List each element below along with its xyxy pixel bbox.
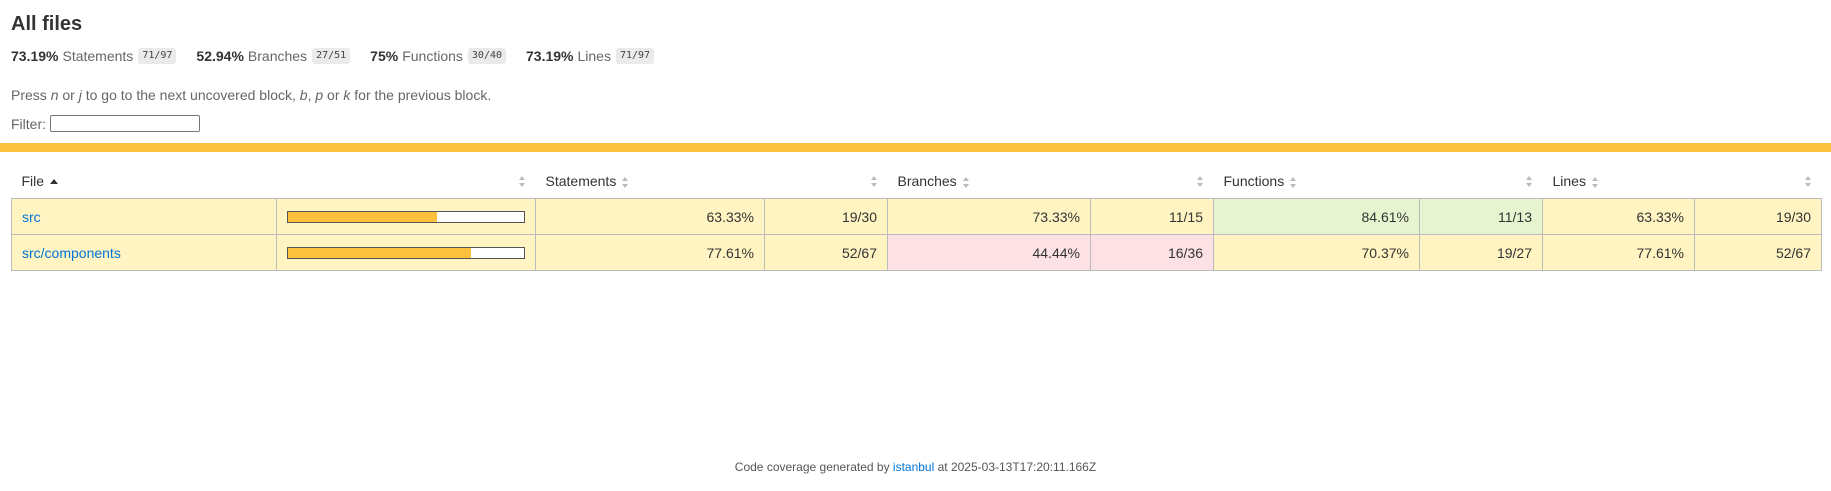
header-branches[interactable]: Branches xyxy=(888,164,1091,199)
coverage-bar xyxy=(287,210,525,223)
summary-fraction: 71/97 xyxy=(138,48,177,64)
sort-icon xyxy=(1290,176,1297,188)
header-lines[interactable]: Lines xyxy=(1543,164,1695,199)
coverage-bar-cell xyxy=(276,234,536,271)
summary-percentage: 73.19% xyxy=(526,48,574,64)
file-cell: src/components xyxy=(11,234,277,271)
coverage-status-bar xyxy=(0,143,1831,152)
branches-fraction: 11/15 xyxy=(1090,198,1214,235)
sort-icon xyxy=(1591,176,1599,188)
sort-icon xyxy=(962,176,970,188)
summary-lines: 73.19% Lines 71/97 xyxy=(526,47,655,65)
coverage-bar-fill xyxy=(288,247,472,258)
summary-label: Lines xyxy=(577,48,611,64)
lines-fraction: 52/67 xyxy=(1694,234,1822,271)
filter-input[interactable] xyxy=(50,115,200,132)
header-functions-raw[interactable] xyxy=(1420,164,1543,199)
coverage-bar-fill xyxy=(288,211,438,222)
branches-pct: 73.33% xyxy=(887,198,1091,235)
header-statements[interactable]: Statements xyxy=(536,164,765,199)
file-link[interactable]: src/components xyxy=(22,245,121,261)
functions-fraction: 11/13 xyxy=(1419,198,1543,235)
coverage-bar-cell xyxy=(276,198,536,235)
footer: Code coverage generated by istanbul at 2… xyxy=(734,460,1097,474)
sort-icon xyxy=(1196,176,1204,187)
summary-functions: 75% Functions 30/40 xyxy=(370,47,507,65)
filter-label: Filter: xyxy=(11,115,46,132)
functions-pct: 84.61% xyxy=(1213,198,1420,235)
summary-label: Statements xyxy=(62,48,134,64)
header-branches-raw[interactable] xyxy=(1091,164,1214,199)
lines-pct: 77.61% xyxy=(1542,234,1695,271)
header-statements-raw[interactable] xyxy=(765,164,888,199)
summary-label: Functions xyxy=(402,48,463,64)
statements-pct: 77.61% xyxy=(535,234,765,271)
table-header-row: File Statements Branches Functions Lines xyxy=(12,164,1822,199)
file-cell: src xyxy=(11,198,277,235)
coverage-summary: 73.19% Statements 71/97 52.94% Branches … xyxy=(11,47,1820,65)
summary-percentage: 52.94% xyxy=(196,48,244,64)
summary-fraction: 27/51 xyxy=(312,48,351,64)
lines-fraction: 19/30 xyxy=(1694,198,1822,235)
lines-pct: 63.33% xyxy=(1542,198,1695,235)
functions-fraction: 19/27 xyxy=(1419,234,1543,271)
sort-icon xyxy=(1804,176,1812,187)
istanbul-link[interactable]: istanbul xyxy=(893,460,934,474)
table-row: src/components 77.61% 52/67 44.44% 16/36… xyxy=(11,234,1822,271)
sort-icon xyxy=(870,176,878,187)
summary-label: Branches xyxy=(247,48,308,64)
sort-ascending-icon xyxy=(50,178,59,184)
summary-fraction: 30/40 xyxy=(467,48,507,64)
summary-fraction: 71/97 xyxy=(615,48,655,64)
header-functions[interactable]: Functions xyxy=(1214,164,1420,199)
statements-pct: 63.33% xyxy=(535,198,765,235)
table-row: src 63.33% 19/30 73.33% 11/15 84.61% 11/… xyxy=(11,198,1822,235)
filter-row: Filter: xyxy=(11,115,1820,132)
keyboard-hint: Press n or j to go to the next uncovered… xyxy=(11,87,492,103)
functions-pct: 70.37% xyxy=(1213,234,1420,271)
header-file-bar[interactable] xyxy=(277,164,536,199)
summary-branches: 52.94% Branches 27/51 xyxy=(196,47,351,65)
summary-percentage: 75% xyxy=(370,48,399,64)
statements-fraction: 52/67 xyxy=(764,234,888,271)
branches-pct: 44.44% xyxy=(887,234,1091,271)
summary-percentage: 73.19% xyxy=(11,48,59,64)
header-file[interactable]: File xyxy=(12,164,277,199)
sort-icon xyxy=(622,176,629,188)
branches-fraction: 16/36 xyxy=(1090,234,1214,271)
page-title: All files xyxy=(11,13,83,35)
coverage-bar xyxy=(287,246,525,259)
header-lines-raw[interactable] xyxy=(1695,164,1822,199)
coverage-report-page: All files 73.19% Statements 71/97 52.94%… xyxy=(0,0,1831,491)
sort-icon xyxy=(518,176,526,187)
statements-fraction: 19/30 xyxy=(764,198,888,235)
coverage-table: File Statements Branches Functions Lines… xyxy=(11,164,1822,271)
sort-icon xyxy=(1525,176,1533,187)
file-link[interactable]: src xyxy=(22,209,41,225)
summary-statements: 73.19% Statements 71/97 xyxy=(11,47,177,65)
